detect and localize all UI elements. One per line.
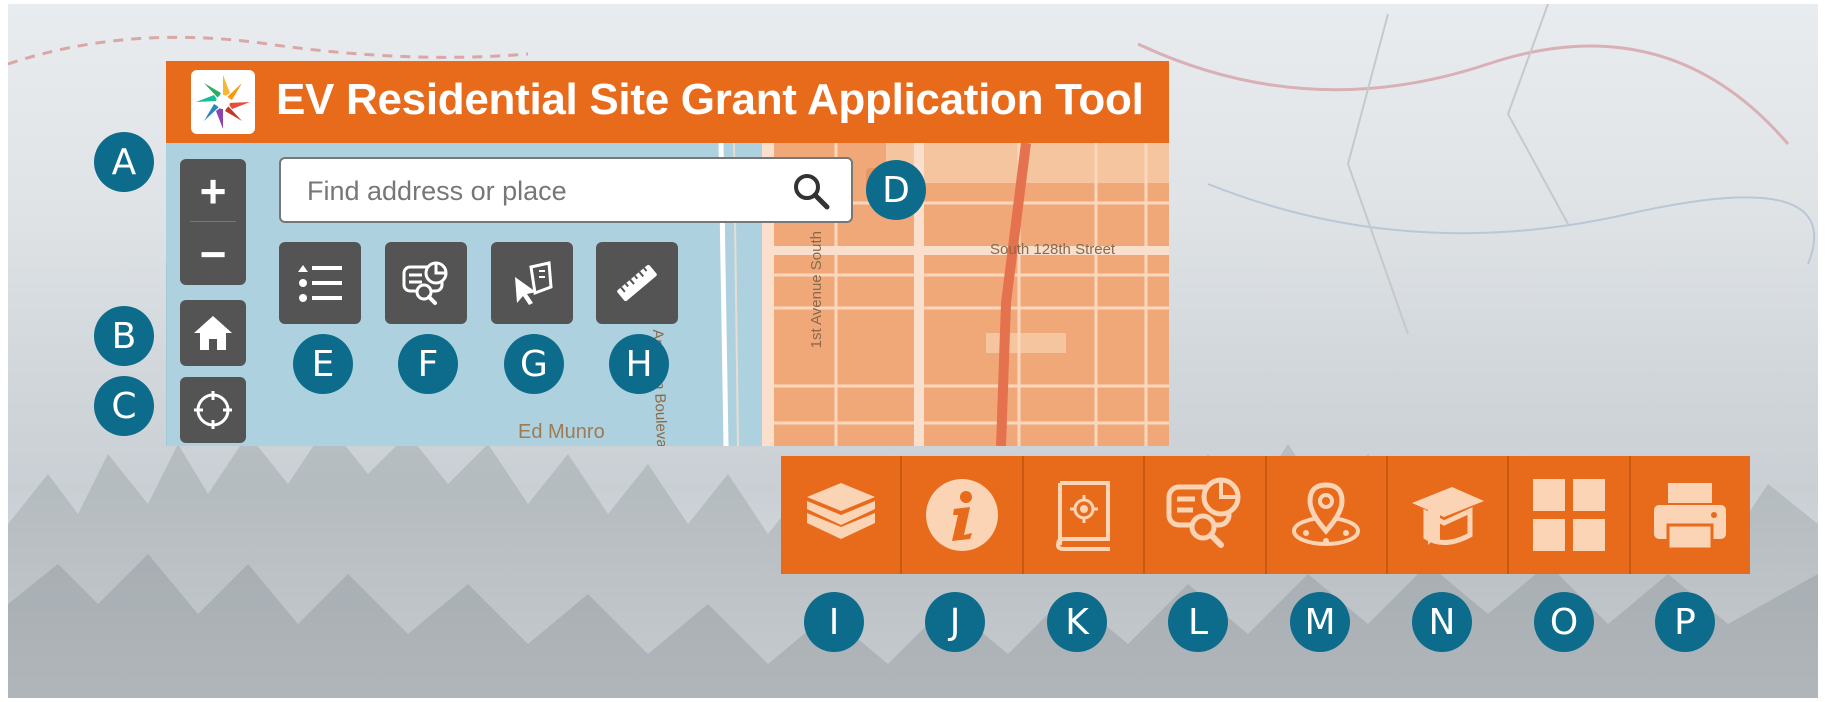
dashboard-button[interactable] (1509, 456, 1631, 574)
location-pin-icon (1292, 482, 1361, 546)
badge-d: D (866, 160, 926, 220)
legend-list-icon (298, 265, 342, 302)
grid-icon (1532, 479, 1605, 551)
app-header: EV Residential Site Grant Application To… (166, 61, 1169, 143)
zoom-in-button[interactable]: + (180, 159, 246, 222)
select-button[interactable] (491, 242, 573, 324)
measure-ruler-icon (617, 264, 657, 302)
map-label-1st-avenue: 1st Avenue South (808, 231, 825, 349)
legend-button[interactable] (279, 242, 361, 324)
home-button[interactable] (180, 300, 246, 366)
badge-a: A (94, 132, 154, 192)
badge-n: N (1412, 592, 1472, 652)
search-icon[interactable] (791, 171, 831, 211)
badge-m: M (1290, 592, 1350, 652)
locate-icon (194, 391, 232, 429)
badge-j: J (925, 592, 985, 652)
layers-icon (806, 483, 875, 539)
app-title: EV Residential Site Grant Application To… (276, 75, 1144, 124)
instructions-button[interactable] (1024, 456, 1146, 574)
learning-cap-icon (1411, 487, 1484, 545)
starburst-logo (191, 70, 255, 134)
book-settings-icon (1056, 481, 1111, 551)
badge-b: B (94, 306, 154, 366)
print-icon (1654, 483, 1727, 551)
badge-p: P (1655, 592, 1715, 652)
badge-l: L (1168, 592, 1228, 652)
layers-button[interactable] (781, 456, 903, 574)
badge-k: K (1047, 592, 1107, 652)
about-button[interactable] (902, 456, 1024, 574)
search-input[interactable] (305, 171, 779, 211)
select-icon (515, 261, 553, 305)
map-label-south-128th: South 128th Street (990, 241, 1116, 258)
badge-c: C (94, 376, 154, 436)
badge-o: O (1534, 592, 1594, 652)
search-box (279, 157, 853, 223)
zoom-control: + − (180, 159, 246, 285)
learn-button[interactable] (1388, 456, 1510, 574)
report-query-icon (1166, 477, 1241, 548)
print-button[interactable] (1631, 456, 1750, 574)
query-report-icon (402, 261, 448, 305)
map-view[interactable]: South 128th Street Ambaum Boulevard Sou … (166, 143, 1169, 446)
badge-g: G (504, 334, 564, 394)
info-icon (926, 479, 999, 551)
locate-button[interactable] (180, 377, 246, 443)
location-button[interactable] (1267, 456, 1388, 574)
badge-f: F (398, 334, 458, 394)
badge-e: E (293, 334, 353, 394)
map-label-ed-munro: Ed Munro (518, 421, 605, 443)
query-report-button[interactable] (385, 242, 467, 324)
widget-toolbar (781, 456, 1750, 574)
measure-button[interactable] (596, 242, 678, 324)
report-button[interactable] (1145, 456, 1267, 574)
badge-h: H (609, 334, 669, 394)
badge-i: I (804, 592, 864, 652)
home-icon (194, 316, 232, 350)
zoom-out-button[interactable]: − (180, 222, 246, 285)
